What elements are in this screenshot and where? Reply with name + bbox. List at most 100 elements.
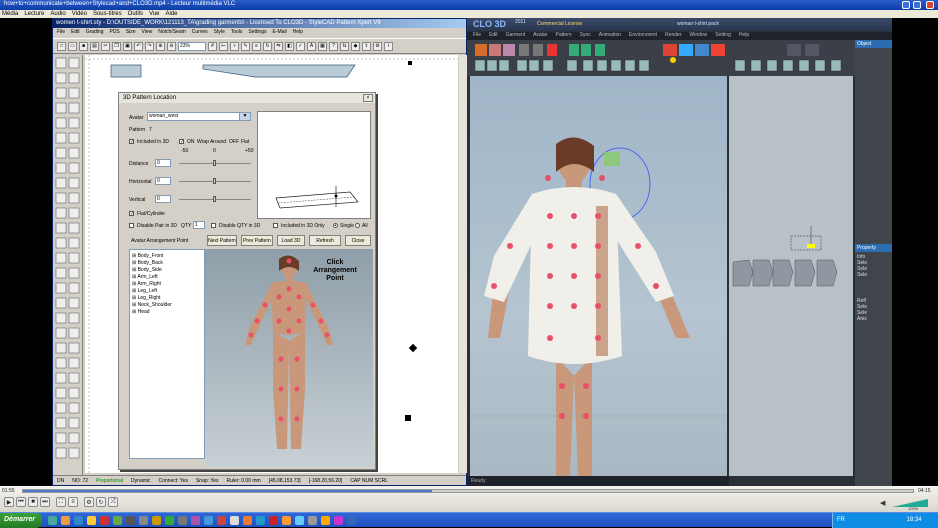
- clo-menu-setting[interactable]: Setting: [715, 32, 731, 40]
- sc-menu-curves[interactable]: Curves: [192, 29, 208, 37]
- app-icon[interactable]: [243, 516, 252, 525]
- status-dynamic[interactable]: Dynamic: [131, 478, 150, 484]
- clo-menu-help[interactable]: Help: [739, 32, 749, 40]
- sc-menu-file[interactable]: File: [57, 29, 65, 37]
- qty-input[interactable]: 1: [193, 221, 205, 229]
- zoom-out-icon[interactable]: ⊖: [167, 41, 176, 51]
- copy-icon[interactable]: ❐: [112, 41, 121, 51]
- 3d-icon[interactable]: ◆: [351, 41, 360, 51]
- close-button[interactable]: [926, 1, 934, 9]
- layer-icon[interactable]: ◧: [285, 41, 294, 51]
- app-icon[interactable]: [321, 516, 330, 525]
- new-icon[interactable]: □: [57, 41, 66, 51]
- help-icon[interactable]: ?: [329, 41, 338, 51]
- volume-icon[interactable]: ◀: [880, 499, 890, 507]
- extended-settings-icon[interactable]: ⚙: [84, 497, 94, 507]
- seam-icon[interactable]: ≡: [252, 41, 261, 51]
- notch-icon[interactable]: ▿: [230, 41, 239, 51]
- info-icon[interactable]: i: [384, 41, 393, 51]
- plot-icon[interactable]: ▦: [318, 41, 327, 51]
- horizontal-slider-thumb[interactable]: [213, 178, 216, 184]
- check-icon[interactable]: ✓: [296, 41, 305, 51]
- clo-tool-icons[interactable]: [467, 40, 855, 76]
- tool-palette-icons[interactable]: [53, 55, 83, 475]
- next-icon[interactable]: ⏭: [40, 497, 50, 507]
- menu-audio[interactable]: Audio: [50, 11, 65, 17]
- sc-menu-tools[interactable]: Tools: [231, 29, 243, 37]
- app-icon[interactable]: [152, 516, 161, 525]
- menu-video[interactable]: Vidéo: [72, 11, 87, 17]
- all-radio[interactable]: [355, 223, 360, 228]
- sc-menu-help[interactable]: Help: [293, 29, 303, 37]
- vertical-scrollbar[interactable]: [459, 55, 467, 473]
- clo-menu-pattern[interactable]: Pattern: [556, 32, 572, 40]
- included-only-checkbox[interactable]: [273, 223, 278, 228]
- measure-icon[interactable]: ⊢: [219, 41, 228, 51]
- status-proportional[interactable]: Proportional: [96, 478, 123, 484]
- clo-menu-edit[interactable]: Edit: [489, 32, 498, 40]
- menu-media[interactable]: Média: [2, 11, 18, 17]
- menu-view[interactable]: Vue: [149, 11, 159, 17]
- firefox-icon[interactable]: [61, 516, 70, 525]
- clo-menu-render[interactable]: Render: [665, 32, 681, 40]
- menu-lecture[interactable]: Lecture: [24, 11, 44, 17]
- sync-icon[interactable]: ⇅: [340, 41, 349, 51]
- playlist-icon[interactable]: ≡: [68, 497, 78, 507]
- next-pattern-button[interactable]: Next Pattern: [207, 235, 237, 246]
- zoom-icon[interactable]: ⊕: [156, 41, 165, 51]
- clo-menu-file[interactable]: File: [473, 32, 481, 40]
- settings-icon[interactable]: ⚙: [373, 41, 382, 51]
- included-3d-checkbox[interactable]: ✓: [129, 139, 134, 145]
- export-icon[interactable]: ⇪: [362, 41, 371, 51]
- minimize-button[interactable]: [902, 1, 910, 9]
- tree-item[interactable]: ⊞ Neck_Shoulder: [132, 302, 202, 309]
- app-icon[interactable]: [126, 516, 135, 525]
- clo-menu-sync[interactable]: Sync: [580, 32, 591, 40]
- sc-menu-notch[interactable]: Notch/Seam: [158, 29, 186, 37]
- excel-icon[interactable]: [113, 516, 122, 525]
- property-item[interactable]: Anis: [857, 316, 890, 322]
- horizontal-input[interactable]: 0: [155, 177, 171, 185]
- app-icon[interactable]: [191, 516, 200, 525]
- zoom-input[interactable]: 23%: [178, 41, 206, 51]
- cut-icon[interactable]: ✂: [101, 41, 110, 51]
- sc-menu-style[interactable]: Style: [214, 29, 225, 37]
- clo-menu-avatar[interactable]: Avatar: [533, 32, 547, 40]
- save-icon[interactable]: ■: [79, 41, 88, 51]
- status-snap[interactable]: Snap: Yes: [196, 478, 219, 484]
- random-icon[interactable]: ⤮: [108, 497, 118, 507]
- app-icon[interactable]: [139, 516, 148, 525]
- distance-slider-thumb[interactable]: [213, 160, 216, 166]
- app-icon[interactable]: [347, 516, 356, 525]
- tree-item[interactable]: ⊞ Head: [132, 309, 202, 316]
- sc-menu-grading[interactable]: Grading: [86, 29, 104, 37]
- menu-help[interactable]: Aide: [165, 11, 177, 17]
- sc-menu-view[interactable]: View: [142, 29, 153, 37]
- explorer-icon[interactable]: [74, 516, 83, 525]
- print-icon[interactable]: ▤: [90, 41, 99, 51]
- chevron-down-icon[interactable]: ▼: [239, 112, 251, 121]
- fullscreen-icon[interactable]: ⛶: [56, 497, 66, 507]
- app-icon[interactable]: [165, 516, 174, 525]
- clo-menu-garment[interactable]: Garment: [506, 32, 525, 40]
- stop-icon[interactable]: ■: [28, 497, 38, 507]
- app-icon[interactable]: [178, 516, 187, 525]
- mirror-icon[interactable]: ⇋: [274, 41, 283, 51]
- tree-item[interactable]: ⊞ Body_Side: [132, 267, 202, 274]
- redo-icon[interactable]: ↷: [145, 41, 154, 51]
- single-radio[interactable]: •: [333, 223, 338, 229]
- tree-item[interactable]: ⊞ Arm_Left: [132, 274, 202, 281]
- app-icon[interactable]: [308, 516, 317, 525]
- open-icon[interactable]: ▭: [68, 41, 77, 51]
- close-dialog-button[interactable]: Close: [345, 235, 371, 246]
- app-icon[interactable]: [217, 516, 226, 525]
- status-connect[interactable]: Connect: Yes: [159, 478, 188, 484]
- text-icon[interactable]: A: [307, 41, 316, 51]
- loop-icon[interactable]: ↻: [96, 497, 106, 507]
- grid-icon[interactable]: #: [208, 41, 217, 51]
- app-icon[interactable]: [204, 516, 213, 525]
- undo-icon[interactable]: ↶: [134, 41, 143, 51]
- tree-item[interactable]: ⊞ Arm_Right: [132, 281, 202, 288]
- vertical-slider-thumb[interactable]: [213, 196, 216, 202]
- tree-item[interactable]: ⊞ Body_Back: [132, 260, 202, 267]
